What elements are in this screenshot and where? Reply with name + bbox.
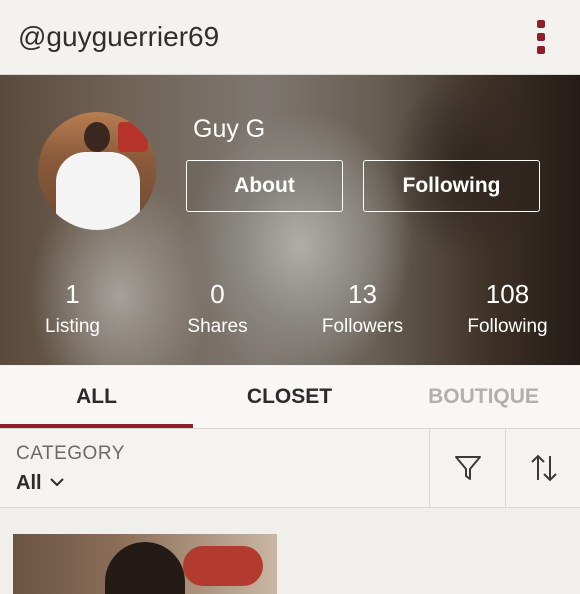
about-button[interactable]: About [186,160,343,212]
tab-closet[interactable]: CLOSET [193,366,386,428]
filter-bar: CATEGORY All [0,429,580,508]
stat-label: Listing [45,316,100,337]
following-button[interactable]: Following [363,160,540,212]
tab-boutique[interactable]: BOUTIQUE [387,366,580,428]
stat-value: 0 [210,279,225,309]
top-app-bar: @guyguerrier69 [0,0,580,75]
avatar[interactable] [38,112,156,230]
chevron-down-icon[interactable] [49,476,65,488]
sort-icon [530,454,557,482]
filter-icon [454,456,481,480]
stat-label: Followers [321,316,404,337]
stat-value: 108 [485,279,530,309]
tab-bar: ALL CLOSET BOUTIQUE [0,366,580,429]
stat-shares[interactable]: 0 Shares [145,280,290,338]
profile-header: Guy G About Following 1 Listing 0 Shares… [0,75,580,365]
stat-value: 1 [65,279,80,309]
stat-label: Following [467,316,548,337]
filter-button[interactable] [430,429,505,507]
category-label: CATEGORY [16,443,125,464]
stat-value: 13 [348,279,377,309]
listing-card[interactable] [13,534,277,594]
tab-all[interactable]: ALL [0,366,193,428]
stat-followers[interactable]: 13 Followers [290,280,435,338]
stat-following[interactable]: 108 Following [435,280,580,338]
profile-name: Guy G [193,115,266,143]
username-handle: @guyguerrier69 [18,21,220,52]
more-vert-icon[interactable] [534,18,548,56]
sort-button[interactable] [506,429,580,507]
stat-listing[interactable]: 1 Listing [0,280,145,338]
stat-label: Shares [187,316,248,337]
active-tab-indicator [0,424,193,428]
category-dropdown[interactable]: All [16,472,42,495]
